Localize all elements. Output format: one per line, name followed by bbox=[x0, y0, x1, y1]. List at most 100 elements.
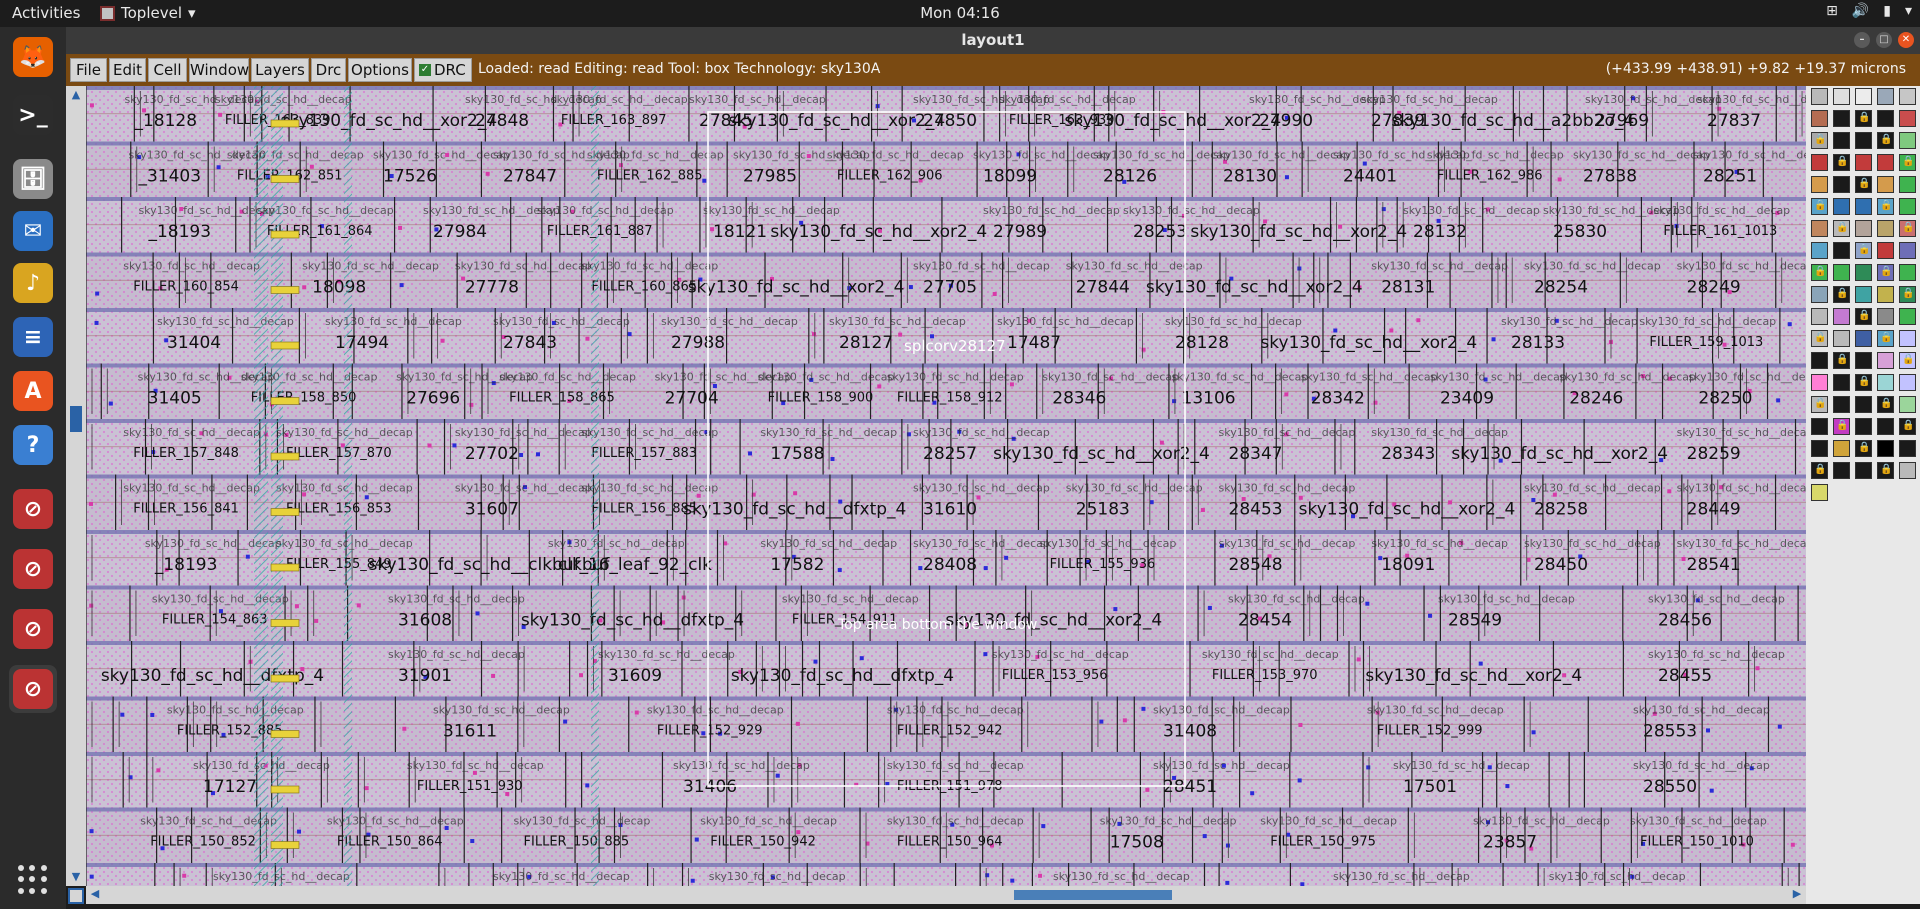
layer-swatch[interactable] bbox=[1877, 286, 1894, 303]
layer-swatch[interactable] bbox=[1833, 242, 1850, 259]
layer-swatch[interactable] bbox=[1811, 286, 1828, 303]
layer-swatch[interactable] bbox=[1855, 374, 1872, 391]
window-titlebar[interactable]: layout1 – □ ✕ bbox=[66, 27, 1920, 54]
layer-swatch[interactable] bbox=[1899, 176, 1916, 193]
layer-swatch[interactable] bbox=[1855, 462, 1872, 479]
menu-file[interactable]: File bbox=[70, 58, 107, 82]
layer-swatch[interactable] bbox=[1899, 374, 1916, 391]
layer-swatch[interactable] bbox=[1877, 132, 1894, 149]
layer-swatch[interactable] bbox=[1855, 286, 1872, 303]
close-icon[interactable]: ✕ bbox=[1898, 32, 1914, 48]
layer-swatch[interactable] bbox=[1855, 264, 1872, 281]
layer-swatch[interactable] bbox=[1811, 220, 1828, 237]
dock-item[interactable]: ≡ bbox=[9, 313, 57, 361]
layer-swatch[interactable] bbox=[1877, 396, 1894, 413]
dock-item[interactable]: 🦊 bbox=[9, 33, 57, 81]
scroll-up-icon[interactable]: ▲ bbox=[68, 88, 84, 102]
layer-swatch[interactable] bbox=[1833, 374, 1850, 391]
system-tray[interactable]: ⊞ 🔊 ▮ ▾ bbox=[1826, 3, 1912, 19]
layer-swatch[interactable] bbox=[1877, 242, 1894, 259]
horizontal-scrollbar[interactable]: ◀ ▶ bbox=[86, 886, 1806, 904]
layer-swatch[interactable] bbox=[1811, 440, 1828, 457]
layer-swatch[interactable] bbox=[1877, 198, 1894, 215]
layer-swatch[interactable] bbox=[1855, 154, 1872, 171]
layer-swatch[interactable] bbox=[1877, 462, 1894, 479]
menu-options[interactable]: Options bbox=[348, 58, 412, 82]
layer-swatch[interactable] bbox=[1899, 198, 1916, 215]
layer-swatch[interactable] bbox=[1811, 330, 1828, 347]
layer-swatch[interactable] bbox=[1899, 440, 1916, 457]
layer-swatch[interactable] bbox=[1833, 418, 1850, 435]
layer-swatch[interactable] bbox=[1899, 154, 1916, 171]
layer-swatch[interactable] bbox=[1899, 352, 1916, 369]
layer-swatch[interactable] bbox=[1899, 308, 1916, 325]
layer-swatch[interactable] bbox=[1877, 418, 1894, 435]
layer-swatch[interactable] bbox=[1877, 352, 1894, 369]
layer-swatch[interactable] bbox=[1855, 418, 1872, 435]
layer-swatch[interactable] bbox=[1833, 110, 1850, 127]
layer-swatch[interactable] bbox=[1833, 198, 1850, 215]
layer-swatch[interactable] bbox=[1811, 176, 1828, 193]
layer-swatch[interactable] bbox=[1811, 418, 1828, 435]
layer-swatch[interactable] bbox=[1877, 330, 1894, 347]
layer-swatch[interactable] bbox=[1833, 220, 1850, 237]
dock-item[interactable]: ⊘ bbox=[9, 545, 57, 593]
layer-swatch[interactable] bbox=[1855, 308, 1872, 325]
layer-swatch[interactable] bbox=[1899, 330, 1916, 347]
layer-swatch[interactable] bbox=[1855, 396, 1872, 413]
layer-swatch[interactable] bbox=[1811, 462, 1828, 479]
dock-item[interactable]: ⊘ bbox=[9, 605, 57, 653]
scroll-down-icon[interactable]: ▼ bbox=[68, 870, 84, 884]
layer-swatch[interactable] bbox=[1833, 396, 1850, 413]
layer-swatch[interactable] bbox=[1811, 396, 1828, 413]
dock-item[interactable]: 🗄 bbox=[9, 155, 57, 203]
layer-swatch[interactable] bbox=[1811, 88, 1828, 105]
layer-swatch[interactable] bbox=[1899, 88, 1916, 105]
layer-swatch[interactable] bbox=[1899, 418, 1916, 435]
layout-view[interactable]: _18128 sky130_fd_sc_hd__decap FILLER_163_8… bbox=[86, 86, 1806, 886]
dock-item[interactable]: ⊘ bbox=[9, 485, 57, 533]
dock-item[interactable]: ? bbox=[9, 421, 57, 469]
layout-canvas[interactable]: _18128 sky130_fd_sc_hd__decap FILLER_163_8… bbox=[86, 86, 1806, 886]
layer-swatch[interactable] bbox=[1833, 154, 1850, 171]
layer-swatch[interactable] bbox=[1833, 176, 1850, 193]
layer-swatch[interactable] bbox=[1833, 330, 1850, 347]
layer-swatch[interactable] bbox=[1811, 198, 1828, 215]
dock-item[interactable]: ✉ bbox=[9, 207, 57, 255]
layer-swatch[interactable] bbox=[1877, 374, 1894, 391]
dock-item[interactable]: ♪ bbox=[9, 259, 57, 307]
dock-item[interactable]: ⊘ bbox=[9, 665, 57, 713]
layer-swatch[interactable] bbox=[1811, 374, 1828, 391]
layer-swatch[interactable] bbox=[1877, 308, 1894, 325]
layer-swatch[interactable] bbox=[1899, 286, 1916, 303]
layer-swatch[interactable] bbox=[1811, 308, 1828, 325]
layer-swatch[interactable] bbox=[1833, 132, 1850, 149]
layer-swatch[interactable] bbox=[1833, 352, 1850, 369]
menu-edit[interactable]: Edit bbox=[109, 58, 146, 82]
vertical-scroll-thumb[interactable] bbox=[70, 406, 82, 432]
layer-swatch[interactable] bbox=[1877, 154, 1894, 171]
activities-button[interactable]: Activities bbox=[12, 4, 80, 22]
layer-swatch[interactable] bbox=[1833, 462, 1850, 479]
show-applications-icon[interactable] bbox=[18, 865, 48, 895]
zoom-box-button[interactable] bbox=[68, 888, 84, 904]
layer-swatch[interactable] bbox=[1811, 242, 1828, 259]
menu-drc[interactable]: Drc bbox=[311, 58, 346, 82]
layer-swatch[interactable] bbox=[1877, 110, 1894, 127]
menu-window[interactable]: Window bbox=[189, 58, 249, 82]
layer-swatch[interactable] bbox=[1899, 110, 1916, 127]
scroll-left-icon[interactable]: ◀ bbox=[88, 887, 102, 903]
layer-swatch[interactable] bbox=[1877, 220, 1894, 237]
scroll-right-icon[interactable]: ▶ bbox=[1790, 887, 1804, 903]
dock-item[interactable]: A bbox=[9, 367, 57, 415]
horizontal-scroll-thumb[interactable] bbox=[1014, 890, 1172, 900]
layer-swatch[interactable] bbox=[1833, 286, 1850, 303]
dock-item[interactable]: >_ bbox=[9, 91, 57, 139]
layer-swatch[interactable] bbox=[1833, 264, 1850, 281]
layer-swatch[interactable] bbox=[1811, 264, 1828, 281]
layer-swatch[interactable] bbox=[1899, 242, 1916, 259]
layer-swatch[interactable] bbox=[1899, 462, 1916, 479]
layer-swatch[interactable] bbox=[1877, 264, 1894, 281]
layer-swatch[interactable] bbox=[1877, 88, 1894, 105]
layer-swatch[interactable] bbox=[1833, 440, 1850, 457]
